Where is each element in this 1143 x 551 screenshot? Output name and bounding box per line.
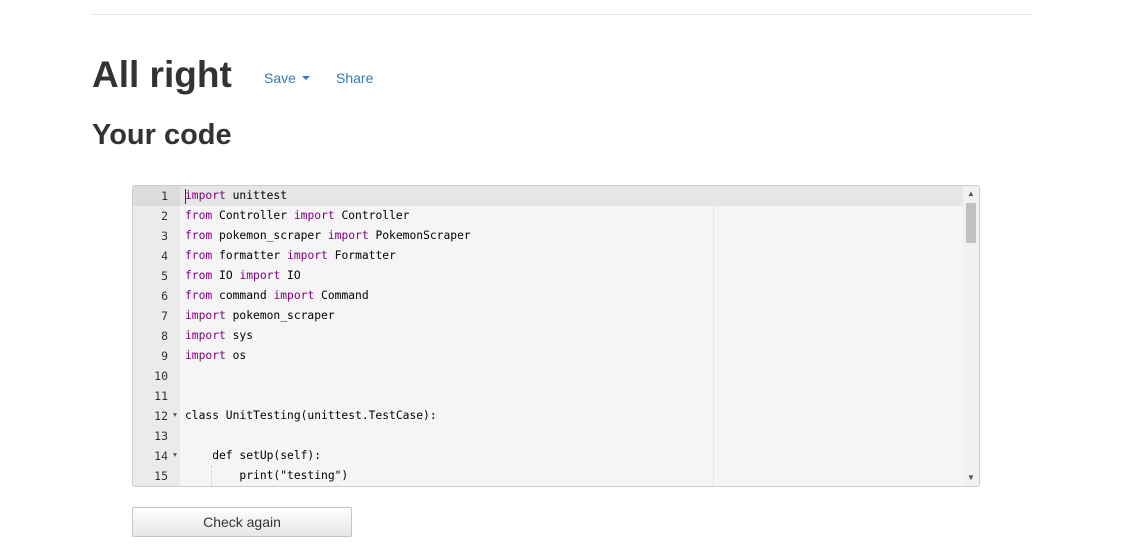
scroll-down-arrow-icon[interactable]: ▼ xyxy=(963,470,979,486)
code-line[interactable]: 5 from IO import IO xyxy=(133,266,963,286)
keyword-token: import xyxy=(185,329,226,342)
share-link[interactable]: Share xyxy=(336,68,373,88)
keyword-token: import xyxy=(327,229,369,242)
code-text: import pokemon_scraper xyxy=(185,309,335,322)
line-number: 11 xyxy=(154,389,168,403)
code-line[interactable]: 12 ▼ class UnitTesting(unittest.TestCase): xyxy=(133,406,963,426)
save-dropdown-button[interactable]: Save xyxy=(264,68,310,88)
code-line[interactable]: 14 ▼ def setUp(self): xyxy=(133,446,963,466)
line-number: 5 xyxy=(161,269,168,283)
code-lines: 1 import unittest 2 from Controller import … xyxy=(133,186,963,486)
code-line[interactable]: 11 xyxy=(133,386,963,406)
keyword-token: import xyxy=(185,309,226,322)
code-line[interactable]: 1 import unittest xyxy=(133,186,963,206)
fold-arrow-icon[interactable]: ▼ xyxy=(171,406,179,426)
keyword-token: import xyxy=(185,189,226,202)
line-number: 2 xyxy=(161,209,168,223)
page-title: All right xyxy=(92,54,232,95)
code-text: from IO import IO xyxy=(185,269,301,282)
code-text: print("testing") xyxy=(185,469,349,482)
code-text: import sys xyxy=(185,329,254,342)
line-number: 8 xyxy=(161,329,168,343)
line-number: 6 xyxy=(161,289,168,303)
keyword-token: from xyxy=(185,249,213,262)
vertical-scrollbar[interactable]: ▲ ▼ xyxy=(963,186,979,486)
scrollbar-thumb[interactable] xyxy=(966,203,976,243)
line-number: 1 xyxy=(133,186,180,206)
keyword-token: import xyxy=(293,209,335,222)
section-title: Your code xyxy=(92,119,232,151)
save-button-label: Save xyxy=(264,70,296,86)
fold-arrow-icon[interactable]: ▼ xyxy=(171,446,179,466)
line-number: 3 xyxy=(161,229,168,243)
keyword-token: import xyxy=(273,289,315,302)
line-number: 13 xyxy=(154,429,168,443)
keyword-token: import xyxy=(287,249,328,262)
line-number: 4 xyxy=(161,249,168,263)
code-line[interactable]: 10 xyxy=(133,366,963,386)
keyword-token: import xyxy=(239,269,281,282)
code-editor[interactable]: 1 import unittest 2 from Controller import … xyxy=(132,185,980,487)
scroll-up-arrow-icon[interactable]: ▲ xyxy=(963,186,979,202)
code-line[interactable]: 15 print("testing") xyxy=(133,466,963,486)
code-line[interactable]: 9 import os xyxy=(133,346,963,366)
keyword-token: from xyxy=(185,289,213,302)
code-line[interactable]: 3 from pokemon_scraper import PokemonScra… xyxy=(133,226,963,246)
code-text: def setUp(self): xyxy=(185,449,322,462)
line-number: 10 xyxy=(154,369,168,383)
code-text: from Controller import Controller xyxy=(185,209,410,222)
code-text: from pokemon_scraper import PokemonScrap… xyxy=(185,229,471,242)
text-cursor xyxy=(185,189,186,204)
line-number: 15 xyxy=(154,469,168,483)
keyword-token: from xyxy=(185,229,213,242)
code-text: import os xyxy=(185,349,247,362)
code-text: import unittest xyxy=(185,189,288,202)
code-line[interactable]: 6 from command import Command xyxy=(133,286,963,306)
code-line[interactable]: 2 from Controller import Controller xyxy=(133,206,963,226)
keyword-token: from xyxy=(185,209,213,222)
keyword-token: from xyxy=(185,269,213,282)
code-text: class UnitTesting(unittest.TestCase): xyxy=(185,409,437,422)
code-text: from command import Command xyxy=(185,289,369,302)
caret-down-icon xyxy=(301,76,310,81)
check-again-button[interactable]: Check again xyxy=(132,507,352,537)
keyword-token: import xyxy=(185,349,226,362)
top-divider xyxy=(91,14,1032,15)
line-number: 9 xyxy=(161,349,168,363)
code-line[interactable]: 4 from formatter import Formatter xyxy=(133,246,963,266)
code-line[interactable]: 13 xyxy=(133,426,963,446)
line-number: 7 xyxy=(161,309,168,323)
code-line[interactable]: 8 import sys xyxy=(133,326,963,346)
code-line[interactable]: 7 import pokemon_scraper xyxy=(133,306,963,326)
code-text: from formatter import Formatter xyxy=(185,249,396,262)
